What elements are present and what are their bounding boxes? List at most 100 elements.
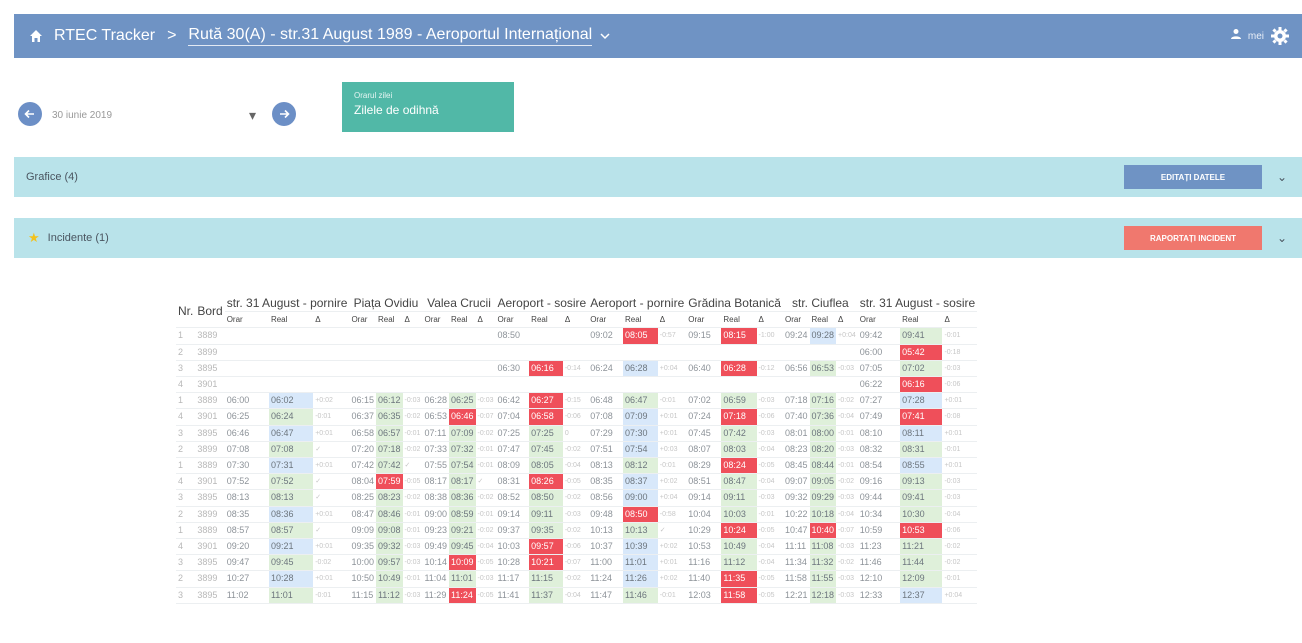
delta-value [402,376,423,394]
next-day-button[interactable] [272,102,296,126]
delta-value: -0:02 [402,408,423,426]
actual-time: 08:47 [721,473,757,491]
scheduled-time: 06:00 [857,344,901,361]
delta-value: +0:02 [313,392,350,410]
user-icon[interactable] [1230,27,1242,45]
delta-value: -0:01 [475,506,496,523]
table-row[interactable]: 3 3895 06:46 06:47 +0:01 06:58 06:57 -0:01 07:11… [176,425,978,442]
row-nr: 1 [176,522,196,540]
scheduled-time: 07:11 [422,425,449,442]
row-nr: 4 [176,538,196,556]
delta-value: -0:01 [313,587,350,604]
delta-value [402,360,423,378]
table-row[interactable]: 4 3901 09:20 09:21 +0:01 09:35 09:32 -0:03 09:49… [176,538,978,556]
scheduled-time [422,327,449,345]
actual-time: 07:42 [375,457,403,475]
expand-incidents-chevron-icon[interactable]: ⌄ [1262,231,1302,245]
delta-value: -0:03 [836,570,858,588]
scheduled-time: 07:42 [349,457,376,475]
scheduled-time: 11:47 [588,587,623,604]
row-nr: 2 [176,344,196,361]
sub-header: Δ [402,311,423,329]
table-row[interactable]: 2 3899 07:08 07:08 ✓ 07:20 07:18 -0:02 07:33 07:3… [176,441,978,459]
row-bord: 3895 [195,425,225,442]
edit-data-button[interactable]: Editați datele [1124,165,1262,189]
actual-time [268,360,314,378]
app-title-link[interactable]: RTEC Tracker [54,27,155,45]
table-row[interactable]: 4 3901 07:52 07:52 ✓ 08:04 07:59 -0:05 08:17 08:1… [176,473,978,491]
scheduled-time: 08:54 [857,457,901,475]
actual-time: 06:27 [529,392,563,410]
stop-header: Valea Crucii [422,296,496,313]
scheduled-time: 07:04 [495,408,530,426]
actual-time: 06:25 [449,392,476,410]
date-picker[interactable]: 30 iunie 2019 ▾ [52,104,262,126]
arrow-left-icon [24,109,34,119]
delta-value: ✓ [402,457,423,475]
home-icon[interactable] [28,28,44,44]
scheduled-time [782,344,810,361]
delta-value: -0:03 [836,441,858,459]
table-row[interactable]: 3 3895 06:30 06:16 -0:14 06:24 06:28 +0:04 06:40… [176,360,978,378]
table-row[interactable]: 1 3889 08:57 08:57 ✓ 09:09 09:08 -0:01 09:23 09:2… [176,522,978,540]
table-row[interactable]: 3 3895 08:13 08:13 ✓ 08:25 08:23 -0:02 08:38 08:3… [176,489,978,507]
row-nr: 1 [176,327,196,345]
incidents-panel-title: Incidente (1) [47,232,109,244]
table-row[interactable]: 3 3895 11:02 11:01 -0:01 11:15 11:12 -0:03 11:29… [176,587,978,604]
caret-down-icon[interactable]: ▾ [249,107,256,124]
actual-time: 09:11 [721,489,757,507]
delta-value [657,376,687,394]
scheduled-time: 07:51 [588,441,623,459]
chevron-down-icon[interactable] [600,29,610,43]
graphs-panel[interactable]: Grafice (4) Editați datele ⌄ [14,157,1302,197]
actual-time [529,376,563,394]
table-row[interactable]: 3 3895 09:47 09:45 -0:02 10:00 09:57 -0:03 10:14… [176,554,978,572]
actual-time: 08:55 [900,457,943,475]
report-incident-button[interactable]: Raportați incident [1124,226,1262,250]
actual-time: 06:28 [721,360,757,378]
delta-value: ✓ [313,441,350,459]
scheduled-time: 09:02 [588,327,623,345]
actual-time: 07:28 [900,392,943,410]
delta-value: -0:01 [836,425,858,442]
delta-value: -0:01 [942,327,978,345]
delta-value: -0:01 [657,457,687,475]
delta-value: ✓ [475,473,496,491]
actual-time: 05:42 [900,344,943,361]
table-row[interactable]: 2 3899 08:35 08:36 +0:01 08:47 08:46 -0:01 09:00… [176,506,978,523]
actual-time: 07:42 [721,425,757,442]
user-name[interactable]: mei [1248,31,1264,42]
gear-icon[interactable] [1270,26,1290,46]
route-selector[interactable]: Rută 30(A) - str.31 August 1989 - Aeropo… [188,26,593,46]
delta-value: -0:02 [402,489,423,507]
actual-time: 06:02 [268,392,314,410]
delta-value: -0:05 [756,457,783,475]
table-row[interactable]: 1 3889 06:00 06:02 +0:02 06:15 06:12 -0:03 06:28… [176,392,978,410]
day-type-card[interactable]: Orarul zilei Zilele de odihnă [342,82,514,132]
table-row[interactable]: 4 3901 06:22 06:16 -0:06 [176,376,978,394]
table-row[interactable]: 1 3889 08:50 09:02 08:05 -0:57 09:15 08:15 -1:00… [176,327,978,345]
table-row[interactable]: 2 3899 10:27 10:28 +0:01 10:50 10:49 -0:01 11:04… [176,570,978,588]
expand-graphs-chevron-icon[interactable]: ⌄ [1262,170,1302,184]
incidents-panel[interactable]: ★ Incidente (1) Raportați incident ⌄ [14,218,1302,258]
sub-header: Orar [224,311,269,329]
prev-day-button[interactable] [18,102,42,126]
table-row[interactable]: 4 3901 06:25 06:24 -0:01 06:37 06:35 -0:02 06:53… [176,408,978,426]
sub-header: Real [900,311,943,329]
delta-value: -0:07 [836,522,858,540]
scheduled-time [686,344,722,361]
scheduled-time: 12:10 [857,570,901,588]
actual-time [268,344,314,361]
scheduled-time: 10:14 [422,554,449,572]
scheduled-time: 11:11 [782,538,810,556]
table-row[interactable]: 2 3899 06:00 05:42 -0:18 [176,344,978,361]
delta-value: -0:58 [657,506,687,523]
row-nr: 2 [176,441,196,459]
actual-time: 06:47 [268,425,314,442]
table-row[interactable]: 1 3889 07:30 07:31 +0:01 07:42 07:42 ✓ 07:55 07:5… [176,457,978,475]
actual-time: 12:37 [900,587,943,604]
actual-time: 08:05 [622,327,658,345]
scheduled-time [782,376,810,394]
sub-header: Orar [588,311,623,329]
actual-time: 09:00 [622,489,658,507]
